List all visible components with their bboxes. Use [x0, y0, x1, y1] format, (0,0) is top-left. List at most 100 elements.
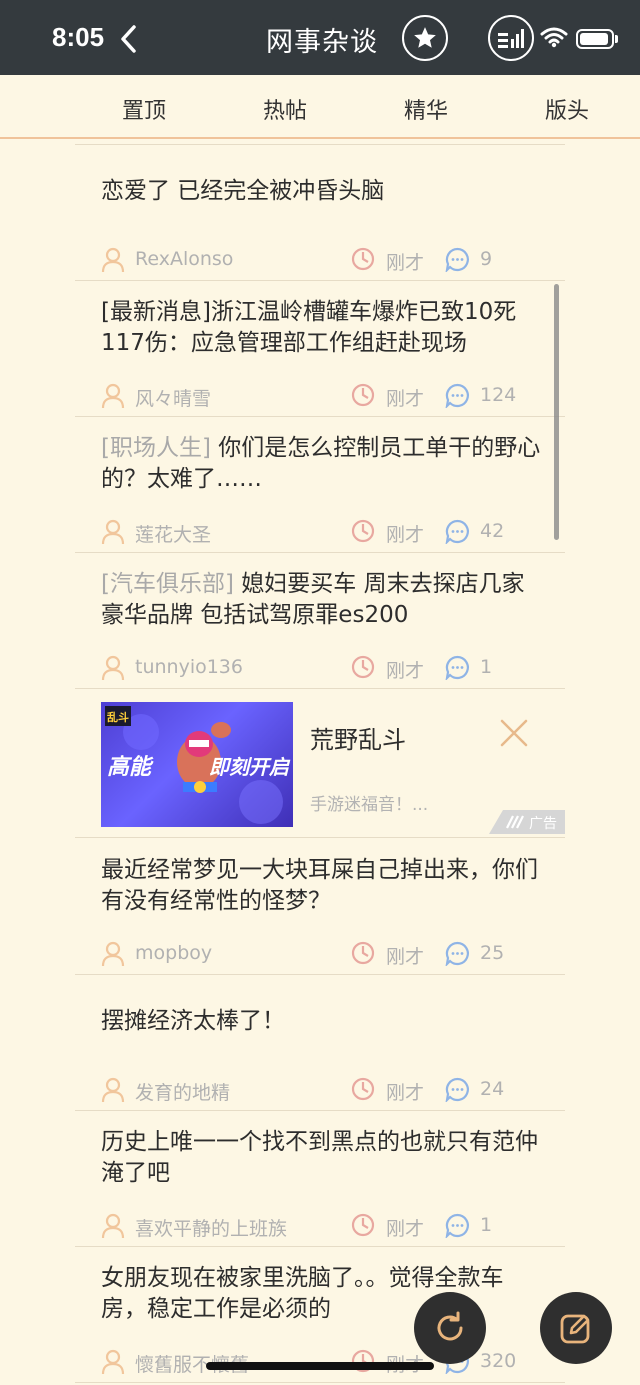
comment-icon: [445, 1213, 469, 1238]
post-author[interactable]: tunnyio136: [135, 656, 243, 678]
post-author[interactable]: RexAlonso: [135, 248, 233, 270]
comment-count: 42: [480, 520, 505, 542]
comment-count: 24: [480, 1078, 505, 1100]
star-icon: [414, 27, 436, 48]
user-icon: [101, 655, 125, 681]
post-meta: 喜欢平静的上班族 刚才 1: [101, 1213, 551, 1241]
post-time: 刚才: [386, 1082, 425, 1104]
home-indicator[interactable]: [206, 1362, 434, 1370]
post-title: 摆摊经济太棒了！: [101, 1006, 541, 1037]
tab-featured[interactable]: 精华: [404, 93, 448, 125]
post-author[interactable]: 莲花大圣: [135, 520, 211, 547]
post-title: 最近经常梦见一大块耳屎自己掉出来，你们有没有经常性的怪梦？: [101, 855, 541, 917]
post-title-text: 恋爱了 已经完全被冲昏头脑: [101, 178, 385, 204]
post-meta: 莲花大圣 刚才 42: [101, 519, 551, 547]
ad-item[interactable]: 乱斗 高能 即刻开启 荒野乱斗 手游迷福音！... 广告: [75, 690, 565, 838]
post-list[interactable]: 恋爱了 已经完全被冲昏头脑 RexAlonso 刚才 9 [最新消息]浙江温岭槽…: [75, 140, 565, 1385]
section-tabs: 置顶 热帖 精华 版头: [0, 75, 640, 139]
comment-count: 25: [480, 942, 505, 964]
refresh-icon: [437, 1311, 463, 1341]
comment-icon: [445, 1077, 469, 1102]
comment-count: 124: [480, 384, 517, 406]
signal-badge: [488, 15, 534, 61]
clock-icon: [351, 941, 375, 965]
list-item[interactable]: 历史上唯一一个找不到黑点的也就只有范仲淹了吧 喜欢平静的上班族 刚才 1: [75, 1111, 565, 1247]
comment-icon: [445, 247, 469, 272]
ad-logo-text: 乱斗: [107, 710, 129, 724]
list-item[interactable]: 摆摊经济太棒了！ 发育的地精 刚才 24: [75, 975, 565, 1111]
ad-badge-label: 广告: [529, 816, 557, 832]
post-meta: 风々晴雪 刚才 124: [101, 383, 551, 411]
user-icon: [101, 1349, 125, 1375]
signal-icon: [498, 29, 524, 48]
ad-artwork: 乱斗 高能 即刻开启: [105, 706, 291, 824]
post-time: 刚才: [386, 660, 425, 682]
comment-icon: [445, 519, 469, 544]
post-title: [汽车俱乐部] 媳妇要买车 周末去探店几家豪华品牌 包括试驾原罪es200: [101, 569, 541, 631]
chevron-left-icon[interactable]: [118, 24, 140, 54]
clock-icon: [351, 247, 375, 271]
list-item[interactable]: [职场人生] 你们是怎么控制员工单干的野心的？太难了…… 莲花大圣 刚才 42: [75, 417, 565, 553]
tab-hot[interactable]: 热帖: [263, 93, 307, 125]
post-meta: RexAlonso 刚才 9: [101, 247, 551, 274]
post-author[interactable]: mopboy: [135, 942, 212, 964]
clock-icon: [351, 383, 375, 407]
comment-icon: [445, 941, 469, 966]
post-title-text: 历史上唯一一个找不到黑点的也就只有范仲淹了吧: [101, 1129, 538, 1186]
comment-count: 9: [480, 248, 493, 270]
scrollbar[interactable]: [554, 284, 559, 540]
clock-icon: [351, 1077, 375, 1101]
post-author[interactable]: 喜欢平静的上班族: [135, 1214, 287, 1241]
post-title: [最新消息]浙江温岭槽罐车爆炸已致10死117伤：应急管理部工作组赶赴现场: [101, 297, 541, 359]
battery-tip: [615, 35, 618, 43]
tab-pinned[interactable]: 置顶: [122, 93, 166, 125]
ad-image-text-right: 即刻开启: [209, 755, 291, 779]
clock-icon: [351, 655, 375, 679]
comment-count: 320: [480, 1350, 517, 1372]
user-icon: [101, 247, 125, 273]
compose-button[interactable]: [540, 1292, 612, 1364]
refresh-button[interactable]: [414, 1292, 486, 1364]
post-time: 刚才: [386, 524, 425, 546]
close-icon[interactable]: [499, 718, 529, 748]
user-icon: [101, 1213, 125, 1239]
status-time: 8:05: [52, 22, 105, 52]
tab-moderators[interactable]: 版头: [545, 93, 589, 125]
list-item[interactable]: [最新消息]浙江温岭槽罐车爆炸已致10死117伤：应急管理部工作组赶赴现场 风々…: [75, 281, 565, 417]
comment-icon: [445, 383, 469, 408]
ad-badge: 广告: [489, 810, 565, 834]
comment-icon: [445, 655, 469, 680]
wifi-icon: [540, 27, 568, 48]
post-author[interactable]: 发育的地精: [135, 1078, 230, 1105]
post-meta: 发育的地精 刚才 24: [101, 1077, 551, 1105]
list-item[interactable]: 恋爱了 已经完全被冲昏头脑 RexAlonso 刚才 9: [75, 145, 565, 281]
list-item[interactable]: [汽车俱乐部] 媳妇要买车 周末去探店几家豪华品牌 包括试驾原罪es200 tu…: [75, 553, 565, 689]
clock-icon: [351, 519, 375, 543]
ad-description: 手游迷福音！...: [310, 795, 429, 815]
user-icon: [101, 941, 125, 967]
post-time: 刚才: [386, 946, 425, 968]
ad-image[interactable]: 乱斗 高能 即刻开启: [101, 702, 293, 827]
user-icon: [101, 519, 125, 545]
battery-icon: [576, 29, 614, 49]
post-title-text: 最近经常梦见一大块耳屎自己掉出来，你们有没有经常性的怪梦？: [101, 857, 538, 914]
favorite-button[interactable]: [402, 15, 448, 61]
post-meta: mopboy 刚才 25: [101, 941, 551, 968]
post-title-text: 摆摊经济太棒了！: [101, 1008, 285, 1034]
top-bar: 8:05 网事杂谈: [0, 0, 640, 75]
post-title: 历史上唯一一个找不到黑点的也就只有范仲淹了吧: [101, 1127, 541, 1189]
user-icon: [101, 383, 125, 409]
page-title: 网事杂谈: [266, 27, 378, 58]
ad-image-text-left: 高能: [107, 754, 154, 780]
post-title: 恋爱了 已经完全被冲昏头脑: [101, 176, 541, 207]
post-author[interactable]: 风々晴雪: [135, 384, 211, 411]
post-title: [职场人生] 你们是怎么控制员工单干的野心的？太难了……: [101, 433, 541, 495]
compose-icon: [560, 1314, 590, 1344]
clock-icon: [351, 1213, 375, 1237]
list-item[interactable]: 最近经常梦见一大块耳屎自己掉出来，你们有没有经常性的怪梦？ mopboy 刚才 …: [75, 839, 565, 975]
post-tag: [职场人生]: [101, 435, 211, 461]
post-time: 刚才: [386, 388, 425, 410]
post-time: 刚才: [386, 1218, 425, 1240]
ad-title[interactable]: 荒野乱斗: [310, 720, 406, 755]
comment-count: 1: [480, 656, 493, 678]
